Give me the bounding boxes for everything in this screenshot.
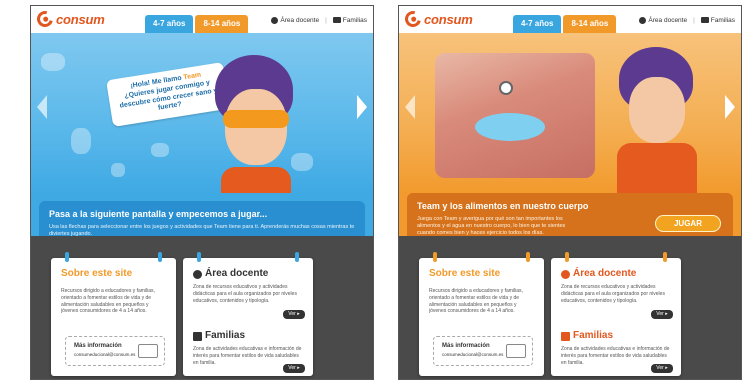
area-docente-title: Área docente: [573, 268, 637, 279]
decor-shape: [111, 163, 125, 177]
mas-info-title: Más información: [74, 343, 122, 349]
prev-arrow-icon[interactable]: [37, 95, 47, 119]
screen-8-14: consum 4-7 años 8-14 años Área docente |…: [398, 5, 742, 380]
info-section: Sobre este site Recursos dirigido a educ…: [31, 236, 373, 379]
pin-icon: [433, 252, 437, 262]
mas-info-box[interactable]: Más información consumeducional@consum.e…: [433, 336, 533, 366]
pin-icon: [663, 252, 667, 262]
family-icon: [561, 332, 570, 341]
tab-4-7[interactable]: 4-7 años: [145, 15, 194, 33]
envelope-icon: [138, 344, 158, 358]
age-tabs: 4-7 años 8-14 años: [513, 15, 618, 33]
consum-logo[interactable]: consum: [34, 8, 105, 30]
mas-info-email[interactable]: consumeducional@consum.es: [442, 352, 503, 357]
consum-logo-icon: [402, 8, 424, 30]
screen-4-7: consum 4-7 años 8-14 años Área docente |…: [30, 5, 374, 380]
info-icon: [639, 17, 647, 24]
next-arrow-icon[interactable]: [357, 95, 367, 119]
pin-icon: [197, 252, 201, 262]
info-icon: [561, 270, 570, 279]
mas-info-title: Más información: [442, 343, 490, 349]
consum-logo[interactable]: consum: [402, 8, 473, 30]
pin-icon: [295, 252, 299, 262]
age-tabs: 4-7 años 8-14 años: [145, 15, 250, 33]
jugar-button[interactable]: JUGAR: [655, 215, 721, 232]
docente-familias-card: Área docente Zona de recursos educativos…: [183, 252, 313, 376]
tab-8-14[interactable]: 8-14 años: [195, 15, 249, 33]
familias-link[interactable]: Familias: [700, 17, 735, 25]
sobre-title: Sobre este site: [61, 268, 133, 279]
tab-4-7[interactable]: 4-7 años: [513, 15, 562, 33]
family-icon: [700, 17, 709, 24]
mas-info-box[interactable]: Más información consumeducional@consum.e…: [65, 336, 165, 366]
area-docente-ver-button[interactable]: Ver ▸: [651, 310, 673, 319]
family-icon: [332, 17, 341, 24]
area-docente-ver-button[interactable]: Ver ▸: [283, 310, 305, 319]
info-icon: [193, 270, 202, 279]
area-docente-text: Zona de recursos educativos y actividade…: [561, 284, 665, 304]
top-links: Área docente | Familias: [271, 17, 367, 24]
separator: |: [693, 17, 695, 25]
envelope-icon: [506, 344, 526, 358]
area-docente-label: Área docente: [648, 17, 688, 25]
brand-name: consum: [56, 11, 105, 27]
team-character: [599, 47, 709, 193]
area-docente-label: Área docente: [280, 17, 320, 25]
pin-icon: [526, 252, 530, 262]
info-section: Sobre este site Recursos dirigido a educ…: [399, 236, 741, 379]
area-docente-text: Zona de recursos educativos y actividade…: [193, 284, 297, 304]
familias-title: Familias: [573, 330, 614, 341]
caption-title: Pasa a la siguiente pantalla y empecemos…: [49, 209, 268, 219]
next-arrow-icon[interactable]: [725, 95, 735, 119]
hero-stage: [399, 33, 741, 193]
family-icon: [193, 332, 202, 341]
brand-name: consum: [424, 11, 473, 27]
robot-icon: [499, 81, 513, 95]
sobre-text: Recursos dirigido a educadores y familia…: [429, 288, 523, 315]
pin-icon: [65, 252, 69, 262]
sobre-card: Sobre este site Recursos dirigido a educ…: [419, 252, 544, 376]
water-pool: [475, 113, 545, 141]
caption-text: Juega con Team y averigua por qué son ta…: [417, 216, 566, 237]
area-docente-link[interactable]: Área docente: [639, 17, 687, 24]
decor-shape: [151, 143, 169, 157]
area-docente-link[interactable]: Área docente: [271, 17, 319, 24]
sobre-text: Recursos dirigido a educadores y familia…: [61, 288, 155, 315]
familias-ver-button[interactable]: Ver ▸: [283, 364, 305, 373]
separator: |: [325, 17, 327, 25]
familias-title: Familias: [205, 330, 246, 341]
tab-8-14[interactable]: 8-14 años: [563, 15, 617, 33]
team-character: [191, 55, 311, 193]
sobre-card: Sobre este site Recursos dirigido a educ…: [51, 252, 176, 376]
familias-label: Familias: [710, 17, 735, 25]
hero-banner: ¡Hola! Me llamo Team ¿Quieres jugar conm…: [31, 33, 373, 253]
familias-ver-button[interactable]: Ver ▸: [651, 364, 673, 373]
docente-familias-card: Área docente Zona de recursos educativos…: [551, 252, 681, 376]
familias-label: Familias: [342, 17, 367, 25]
pin-icon: [158, 252, 162, 262]
hero-stage: ¡Hola! Me llamo Team ¿Quieres jugar conm…: [31, 33, 373, 193]
consum-logo-icon: [34, 8, 56, 30]
decor-shape: [71, 128, 91, 154]
top-links: Área docente | Familias: [639, 17, 735, 24]
caption-title: Team y los alimentos en nuestro cuerpo: [417, 201, 589, 211]
familias-link[interactable]: Familias: [332, 17, 367, 25]
area-docente-title: Área docente: [205, 268, 269, 279]
mas-info-email[interactable]: consumeducional@consum.es: [74, 352, 135, 357]
sobre-title: Sobre este site: [429, 268, 501, 279]
body-scene-illustration: [435, 53, 595, 178]
decor-shape: [41, 53, 65, 71]
top-bar: consum 4-7 años 8-14 años Área docente |…: [31, 6, 373, 33]
prev-arrow-icon[interactable]: [405, 95, 415, 119]
top-bar: consum 4-7 años 8-14 años Área docente |…: [399, 6, 741, 33]
info-icon: [271, 17, 279, 24]
hero-banner: Team y los alimentos en nuestro cuerpo J…: [399, 33, 741, 247]
pin-icon: [565, 252, 569, 262]
